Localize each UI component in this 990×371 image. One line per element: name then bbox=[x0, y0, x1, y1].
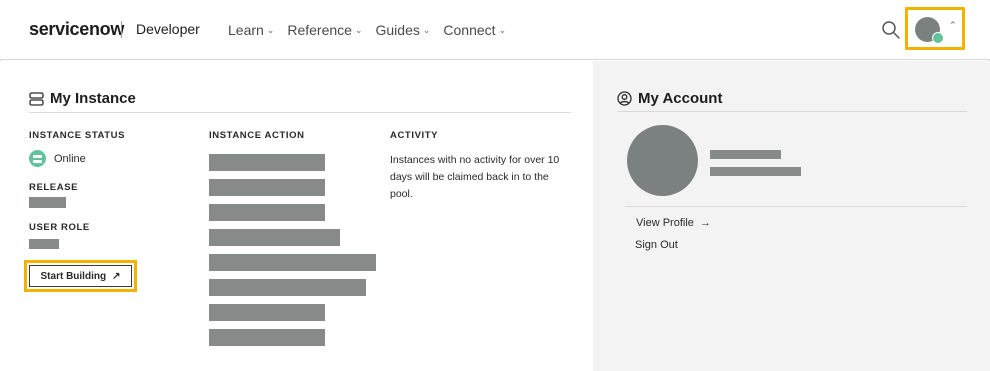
servicenow-logo[interactable]: servicenow bbox=[29, 19, 124, 40]
chevron-down-icon: ⌄ bbox=[498, 24, 507, 35]
online-status-icon bbox=[29, 150, 46, 167]
nav-guides-label: Guides bbox=[375, 22, 420, 38]
start-building-button[interactable]: Start Building ↗ bbox=[24, 260, 137, 292]
release-value-redacted bbox=[29, 197, 66, 208]
release-label: RELEASE bbox=[29, 182, 79, 193]
instance-action-redacted[interactable] bbox=[209, 279, 366, 296]
instance-action-label: INSTANCE ACTION bbox=[209, 130, 305, 141]
instance-action-redacted[interactable] bbox=[209, 204, 325, 221]
server-icon bbox=[29, 91, 44, 106]
logo-divider bbox=[121, 21, 122, 38]
nav-guides[interactable]: Guides ⌄ bbox=[376, 22, 431, 38]
view-profile-link[interactable]: View Profile → bbox=[636, 217, 711, 229]
nav-reference[interactable]: Reference ⌄ bbox=[287, 22, 362, 38]
chevron-down-icon: ⌄ bbox=[266, 24, 275, 35]
my-account-title: My Account bbox=[638, 90, 723, 107]
nav-learn-label: Learn bbox=[228, 22, 264, 38]
my-account-panel: My Account View Profile → Sign Out bbox=[593, 61, 990, 371]
start-building-label: Start Building bbox=[40, 270, 107, 282]
sign-out-label: Sign Out bbox=[635, 239, 678, 251]
instance-status: Online bbox=[29, 150, 86, 167]
divider bbox=[617, 111, 967, 112]
view-profile-label: View Profile bbox=[636, 217, 694, 229]
instance-action-redacted[interactable] bbox=[209, 304, 325, 321]
instance-action-redacted[interactable] bbox=[209, 179, 325, 196]
divider bbox=[625, 206, 967, 207]
profile-avatar bbox=[627, 125, 698, 196]
activity-description: Instances with no activity for over 10 d… bbox=[390, 154, 560, 200]
user-role-value-redacted bbox=[29, 239, 59, 249]
instance-action-redacted[interactable] bbox=[209, 154, 325, 171]
my-instance-panel: My Instance INSTANCE STATUS Online RELEA… bbox=[0, 61, 593, 371]
nav-reference-label: Reference bbox=[287, 22, 352, 38]
instance-status-badge-icon bbox=[932, 32, 944, 44]
instance-action-redacted[interactable] bbox=[209, 329, 325, 346]
arrow-right-icon: → bbox=[699, 217, 711, 229]
chevron-down-icon: ⌄ bbox=[354, 24, 363, 35]
account-email-redacted bbox=[710, 167, 801, 176]
activity-label: ACTIVITY bbox=[390, 130, 439, 141]
my-account-heading: My Account bbox=[617, 90, 722, 107]
my-instance-title: My Instance bbox=[50, 90, 136, 107]
search-icon[interactable] bbox=[880, 19, 902, 41]
user-menu-button[interactable]: ⌃ bbox=[905, 7, 965, 50]
chevron-down-icon: ⌄ bbox=[422, 24, 431, 35]
nav-learn[interactable]: Learn ⌄ bbox=[228, 22, 274, 38]
my-instance-heading: My Instance bbox=[29, 90, 136, 107]
chevron-up-icon: ⌃ bbox=[949, 20, 957, 30]
account-name-redacted bbox=[710, 150, 781, 159]
sign-out-link[interactable]: Sign Out bbox=[635, 239, 678, 251]
user-role-label: USER ROLE bbox=[29, 222, 90, 233]
instance-status-label: INSTANCE STATUS bbox=[29, 130, 126, 141]
main-nav: Learn ⌄ Reference ⌄ Guides ⌄ Connect ⌄ bbox=[228, 22, 506, 38]
instance-action-redacted[interactable] bbox=[209, 229, 340, 246]
account-circle-icon bbox=[617, 91, 632, 106]
status-value: Online bbox=[54, 152, 86, 165]
developer-label[interactable]: Developer bbox=[136, 21, 200, 37]
divider bbox=[29, 112, 571, 113]
nav-connect[interactable]: Connect ⌄ bbox=[443, 22, 506, 38]
nav-connect-label: Connect bbox=[443, 22, 496, 38]
top-nav-bar: servicenow Developer Learn ⌄ Reference ⌄… bbox=[0, 0, 990, 60]
instance-action-redacted[interactable] bbox=[209, 254, 376, 271]
start-building-inner: Start Building ↗ bbox=[29, 265, 132, 287]
external-link-icon: ↗ bbox=[112, 270, 121, 282]
